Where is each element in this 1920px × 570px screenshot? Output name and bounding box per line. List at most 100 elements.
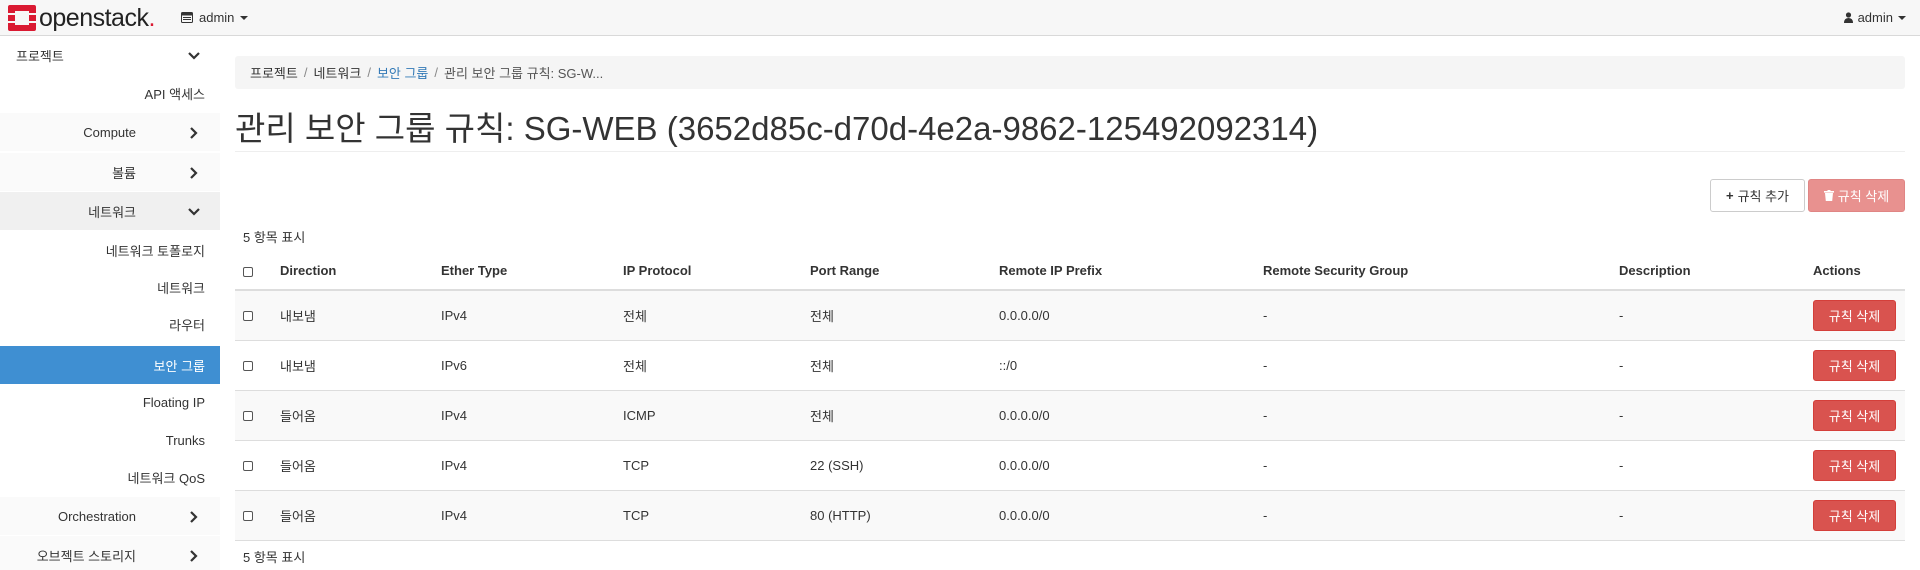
sidebar-item-security-groups[interactable]: 보안 그룹 (0, 346, 220, 384)
cell-ip-protocol: 전체 (615, 340, 802, 391)
row-checkbox[interactable] (243, 311, 253, 322)
breadcrumb-network: 네트워크 (313, 66, 362, 81)
row-checkbox[interactable] (243, 511, 253, 522)
breadcrumb-separator: / (434, 65, 439, 80)
column-direction[interactable]: Direction (272, 252, 433, 291)
cell-ether-type: IPv4 (433, 440, 615, 491)
sidebar-item-label: 네트워크 (157, 280, 205, 296)
cell-direction: 들어옴 (272, 440, 433, 491)
sidebar-item-networks[interactable]: 네트워크 (0, 268, 220, 306)
row-checkbox[interactable] (243, 411, 253, 422)
caret-down-icon (240, 15, 249, 20)
row-select-cell (235, 340, 272, 391)
sidebar-item-floating-ip[interactable]: Floating IP (0, 383, 220, 421)
table-row: 들어옴 IPv4 TCP 80 (HTTP) 0.0.0.0/0 - - 규칙 … (235, 490, 1905, 541)
cell-actions: 규칙 삭제 (1805, 490, 1905, 541)
trash-icon (1823, 190, 1834, 201)
rules-table: Direction Ether Type IP Protocol Port Ra… (235, 252, 1905, 541)
cell-ether-type: IPv4 (433, 290, 615, 341)
sidebar-item-compute[interactable]: Compute (0, 113, 220, 151)
delete-rules-button[interactable]: 규칙 삭제 (1808, 179, 1905, 212)
cell-port-range: 전체 (802, 390, 991, 441)
cell-port-range: 22 (SSH) (802, 440, 991, 491)
sidebar-item-label: Floating IP (142, 394, 205, 410)
chevron-right-icon (190, 167, 198, 179)
sidebar-item-label: Compute (83, 124, 136, 140)
delete-rule-button[interactable]: 규칙 삭제 (1813, 299, 1896, 331)
sidebar-item-volume[interactable]: 볼륨 (0, 153, 220, 191)
add-rule-button[interactable]: + 규칙 추가 (1710, 179, 1805, 212)
row-select-cell (235, 390, 272, 441)
sidebar-item-label: 보안 그룹 (153, 358, 205, 374)
sidebar-item-object-storage[interactable]: 오브젝트 스토리지 (0, 536, 220, 570)
sidebar-item-network-qos[interactable]: 네트워크 QoS (0, 458, 220, 496)
cell-actions: 규칙 삭제 (1805, 290, 1905, 341)
delete-rule-button[interactable]: 규칙 삭제 (1813, 349, 1896, 381)
cell-direction: 내보냄 (272, 290, 433, 341)
cell-remote-ip-prefix: 0.0.0.0/0 (991, 390, 1255, 441)
chevron-right-icon (190, 550, 198, 562)
cell-remote-security-group: - (1255, 340, 1611, 391)
top-navbar: openstack. admin admin (0, 0, 1920, 36)
cell-description: - (1611, 390, 1805, 441)
user-label: admin (1857, 10, 1893, 25)
plus-icon: + (1725, 188, 1734, 203)
sidebar-item-label: 오브젝트 스토리지 (36, 548, 136, 564)
sidebar-item-label: API 액세스 (144, 86, 205, 102)
cell-port-range: 80 (HTTP) (802, 490, 991, 541)
cell-ether-type: IPv6 (433, 340, 615, 391)
table-row: 내보냄 IPv6 전체 전체 ::/0 - - 규칙 삭제 (235, 340, 1905, 391)
sidebar-item-orchestration[interactable]: Orchestration (0, 497, 220, 535)
sidebar-item-label: 네트워크 (88, 204, 136, 220)
breadcrumb-separator: / (303, 65, 308, 80)
sidebar-item-label: 네트워크 QoS (127, 470, 205, 486)
row-select-cell (235, 490, 272, 541)
cell-direction: 들어옴 (272, 490, 433, 541)
title-divider (235, 151, 1905, 152)
cell-ip-protocol: ICMP (615, 390, 802, 441)
table-row: 들어옴 IPv4 ICMP 전체 0.0.0.0/0 - - 규칙 삭제 (235, 390, 1905, 441)
sidebar-item-trunks[interactable]: Trunks (0, 421, 220, 459)
user-dropdown[interactable]: admin (1843, 10, 1906, 25)
item-count-top: 5 항목 표시 (243, 230, 306, 245)
cell-ether-type: IPv4 (433, 490, 615, 541)
brand-name: openstack. (39, 3, 155, 32)
sidebar-item-network-group[interactable]: 네트워크 (0, 192, 220, 230)
row-checkbox[interactable] (243, 361, 253, 372)
sidebar-item-label: Trunks (165, 432, 205, 448)
table-header-row: Direction Ether Type IP Protocol Port Ra… (235, 252, 1905, 291)
row-checkbox[interactable] (243, 461, 253, 472)
cell-ip-protocol: 전체 (615, 290, 802, 341)
column-remote-ip-prefix[interactable]: Remote IP Prefix (991, 252, 1255, 291)
main-content: 프로젝트 / 네트워크 / 보안 그룹 / 관리 보안 그룹 규칙: SG-W.… (235, 36, 1905, 570)
cell-actions: 규칙 삭제 (1805, 440, 1905, 491)
sidebar-item-routers[interactable]: 라우터 (0, 305, 220, 343)
column-ether-type[interactable]: Ether Type (433, 252, 615, 291)
column-port-range[interactable]: Port Range (802, 252, 991, 291)
cell-direction: 내보냄 (272, 340, 433, 391)
delete-rule-button[interactable]: 규칙 삭제 (1813, 499, 1896, 531)
sidebar-item-project[interactable]: 프로젝트 (0, 36, 220, 74)
row-select-cell (235, 440, 272, 491)
item-count-bottom: 5 항목 표시 (243, 550, 306, 565)
column-remote-security-group[interactable]: Remote Security Group (1255, 252, 1611, 291)
sidebar-item-network-topology[interactable]: 네트워크 토폴로지 (0, 231, 220, 269)
cell-remote-security-group: - (1255, 290, 1611, 341)
select-all-checkbox[interactable] (243, 266, 253, 277)
cell-description: - (1611, 340, 1805, 391)
cell-remote-ip-prefix: ::/0 (991, 340, 1255, 391)
delete-rule-button[interactable]: 규칙 삭제 (1813, 449, 1896, 481)
project-dropdown[interactable]: admin (181, 10, 249, 25)
sidebar-item-label: 프로젝트 (16, 48, 64, 64)
column-description[interactable]: Description (1611, 252, 1805, 291)
delete-rule-button[interactable]: 규칙 삭제 (1813, 399, 1896, 431)
openstack-logo[interactable]: openstack. (8, 4, 155, 32)
cell-direction: 들어옴 (272, 390, 433, 441)
sidebar-item-api-access[interactable]: API 액세스 (0, 74, 220, 112)
page-title: 관리 보안 그룹 규칙: SG-WEB (3652d85c-d70d-4e2a-… (235, 110, 1319, 147)
breadcrumb-security-groups-link[interactable]: 보안 그룹 (377, 63, 428, 82)
column-ip-protocol[interactable]: IP Protocol (615, 252, 802, 291)
cell-remote-security-group: - (1255, 490, 1611, 541)
cell-ip-protocol: TCP (615, 440, 802, 491)
sidebar: 프로젝트 API 액세스 Compute 볼륨 네트워크 네트워크 토폴로지 네… (0, 36, 220, 570)
